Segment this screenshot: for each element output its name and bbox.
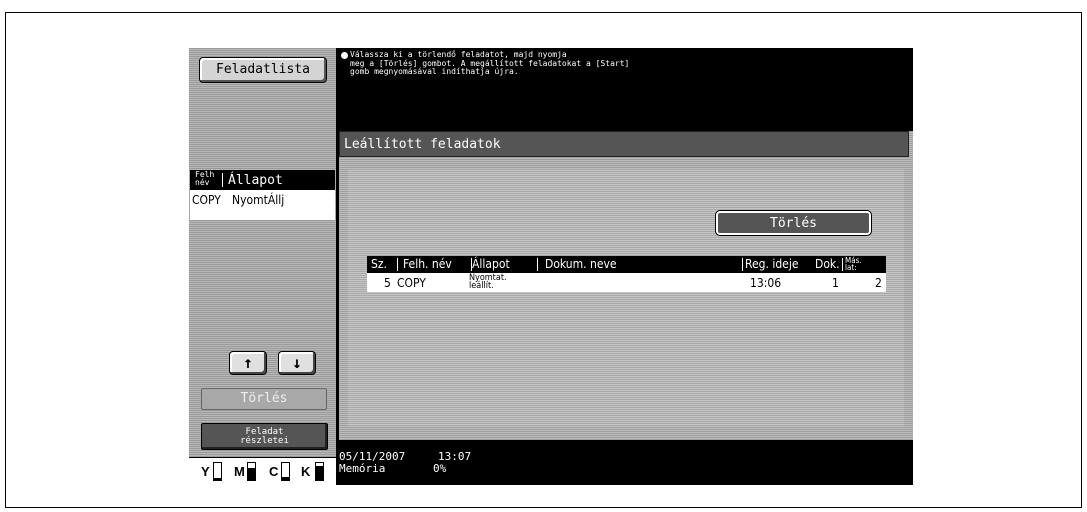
cell-state-line-2: leállít. <box>469 281 494 291</box>
toner-c-label: C <box>269 464 279 479</box>
list-item-user: COPY <box>192 193 221 207</box>
list-header-user: Felh név <box>195 170 215 187</box>
up-arrow-icon: ↑ <box>243 353 253 372</box>
footer-memory-label: Memória <box>339 462 386 475</box>
instruction-message: Válassza ki a törlendő feladatot, majd n… <box>341 50 901 77</box>
table-header: Sz. Felh. név Állapot Dokum. neve Reg. i… <box>367 256 886 273</box>
list-header-state: Állapot <box>228 173 283 188</box>
list-item-state: NyomtÁllj <box>232 193 285 207</box>
sidebar-delete-button[interactable]: Törlés <box>201 388 327 410</box>
cell-no: 5 <box>384 276 391 290</box>
job-status-list-header: Felh név Állapot <box>190 170 335 190</box>
footer-memory-value: 0% <box>433 462 447 475</box>
message-line-3: gomb megnyomásával indíthatja újra. <box>350 67 519 76</box>
toner-y-label: Y <box>201 464 210 479</box>
toner-y-bar <box>213 462 222 481</box>
toner-y-fill <box>214 478 221 480</box>
col-no: Sz. <box>371 257 387 271</box>
cell-reg: 13:06 <box>750 276 782 290</box>
col-user: Felh. név <box>403 257 452 271</box>
panel-body: Törlés Sz. Felh. név Állapot Dokum. neve… <box>348 169 904 426</box>
toner-m-bar <box>247 462 256 481</box>
table-row[interactable]: 5 COPY Nyomtat. leállít. 13:06 1 2 <box>367 273 886 292</box>
panel-title: Leállított feladatok <box>339 131 909 157</box>
col-reg: Reg. ideje <box>745 257 799 271</box>
down-arrow-icon: ↓ <box>292 353 302 372</box>
toner-k-label: K <box>301 464 311 479</box>
toner-m-fill <box>248 468 255 480</box>
stopped-jobs-panel: Leállított feladatok Törlés Sz. Felh. né… <box>339 131 913 440</box>
col-doc: Dokum. neve <box>545 257 617 271</box>
stopped-jobs-table: Sz. Felh. név Állapot Dokum. neve Reg. i… <box>367 256 886 292</box>
toner-k-bar <box>315 462 324 481</box>
cell-copies: 2 <box>875 276 882 290</box>
job-status-list: Felh név Állapot COPY NyomtÁllj <box>190 170 335 220</box>
col-copies: Más. lat: <box>845 256 862 272</box>
copier-panel-screen: Feladatlista Felh név Állapot COPY Nyomt… <box>189 48 913 486</box>
toner-c-bar <box>281 462 290 481</box>
toner-indicator: Y M C K <box>189 457 336 486</box>
job-details-label: Feladat részletei <box>240 427 289 446</box>
cell-state: Nyomtat. leállít. <box>469 274 507 291</box>
col-state: Állapot <box>472 257 510 271</box>
toner-k-fill <box>316 465 323 480</box>
col-docs: Dok. <box>815 257 840 271</box>
left-sidebar: Feladatlista Felh név Állapot COPY Nyomt… <box>189 48 336 486</box>
scroll-down-button[interactable]: ↓ <box>278 351 316 375</box>
job-list-button[interactable]: Feladatlista <box>199 57 327 83</box>
info-bullet-icon <box>341 52 348 59</box>
list-item[interactable]: COPY NyomtÁllj <box>190 190 335 210</box>
scroll-up-button[interactable]: ↑ <box>229 351 267 375</box>
delete-button[interactable]: Törlés <box>715 210 872 236</box>
toner-c-fill <box>282 476 289 480</box>
toner-m-label: M <box>234 464 245 479</box>
cell-user: COPY <box>397 276 426 290</box>
job-details-button[interactable]: Feladat részletei <box>201 423 328 450</box>
cell-docs: 1 <box>832 276 839 290</box>
